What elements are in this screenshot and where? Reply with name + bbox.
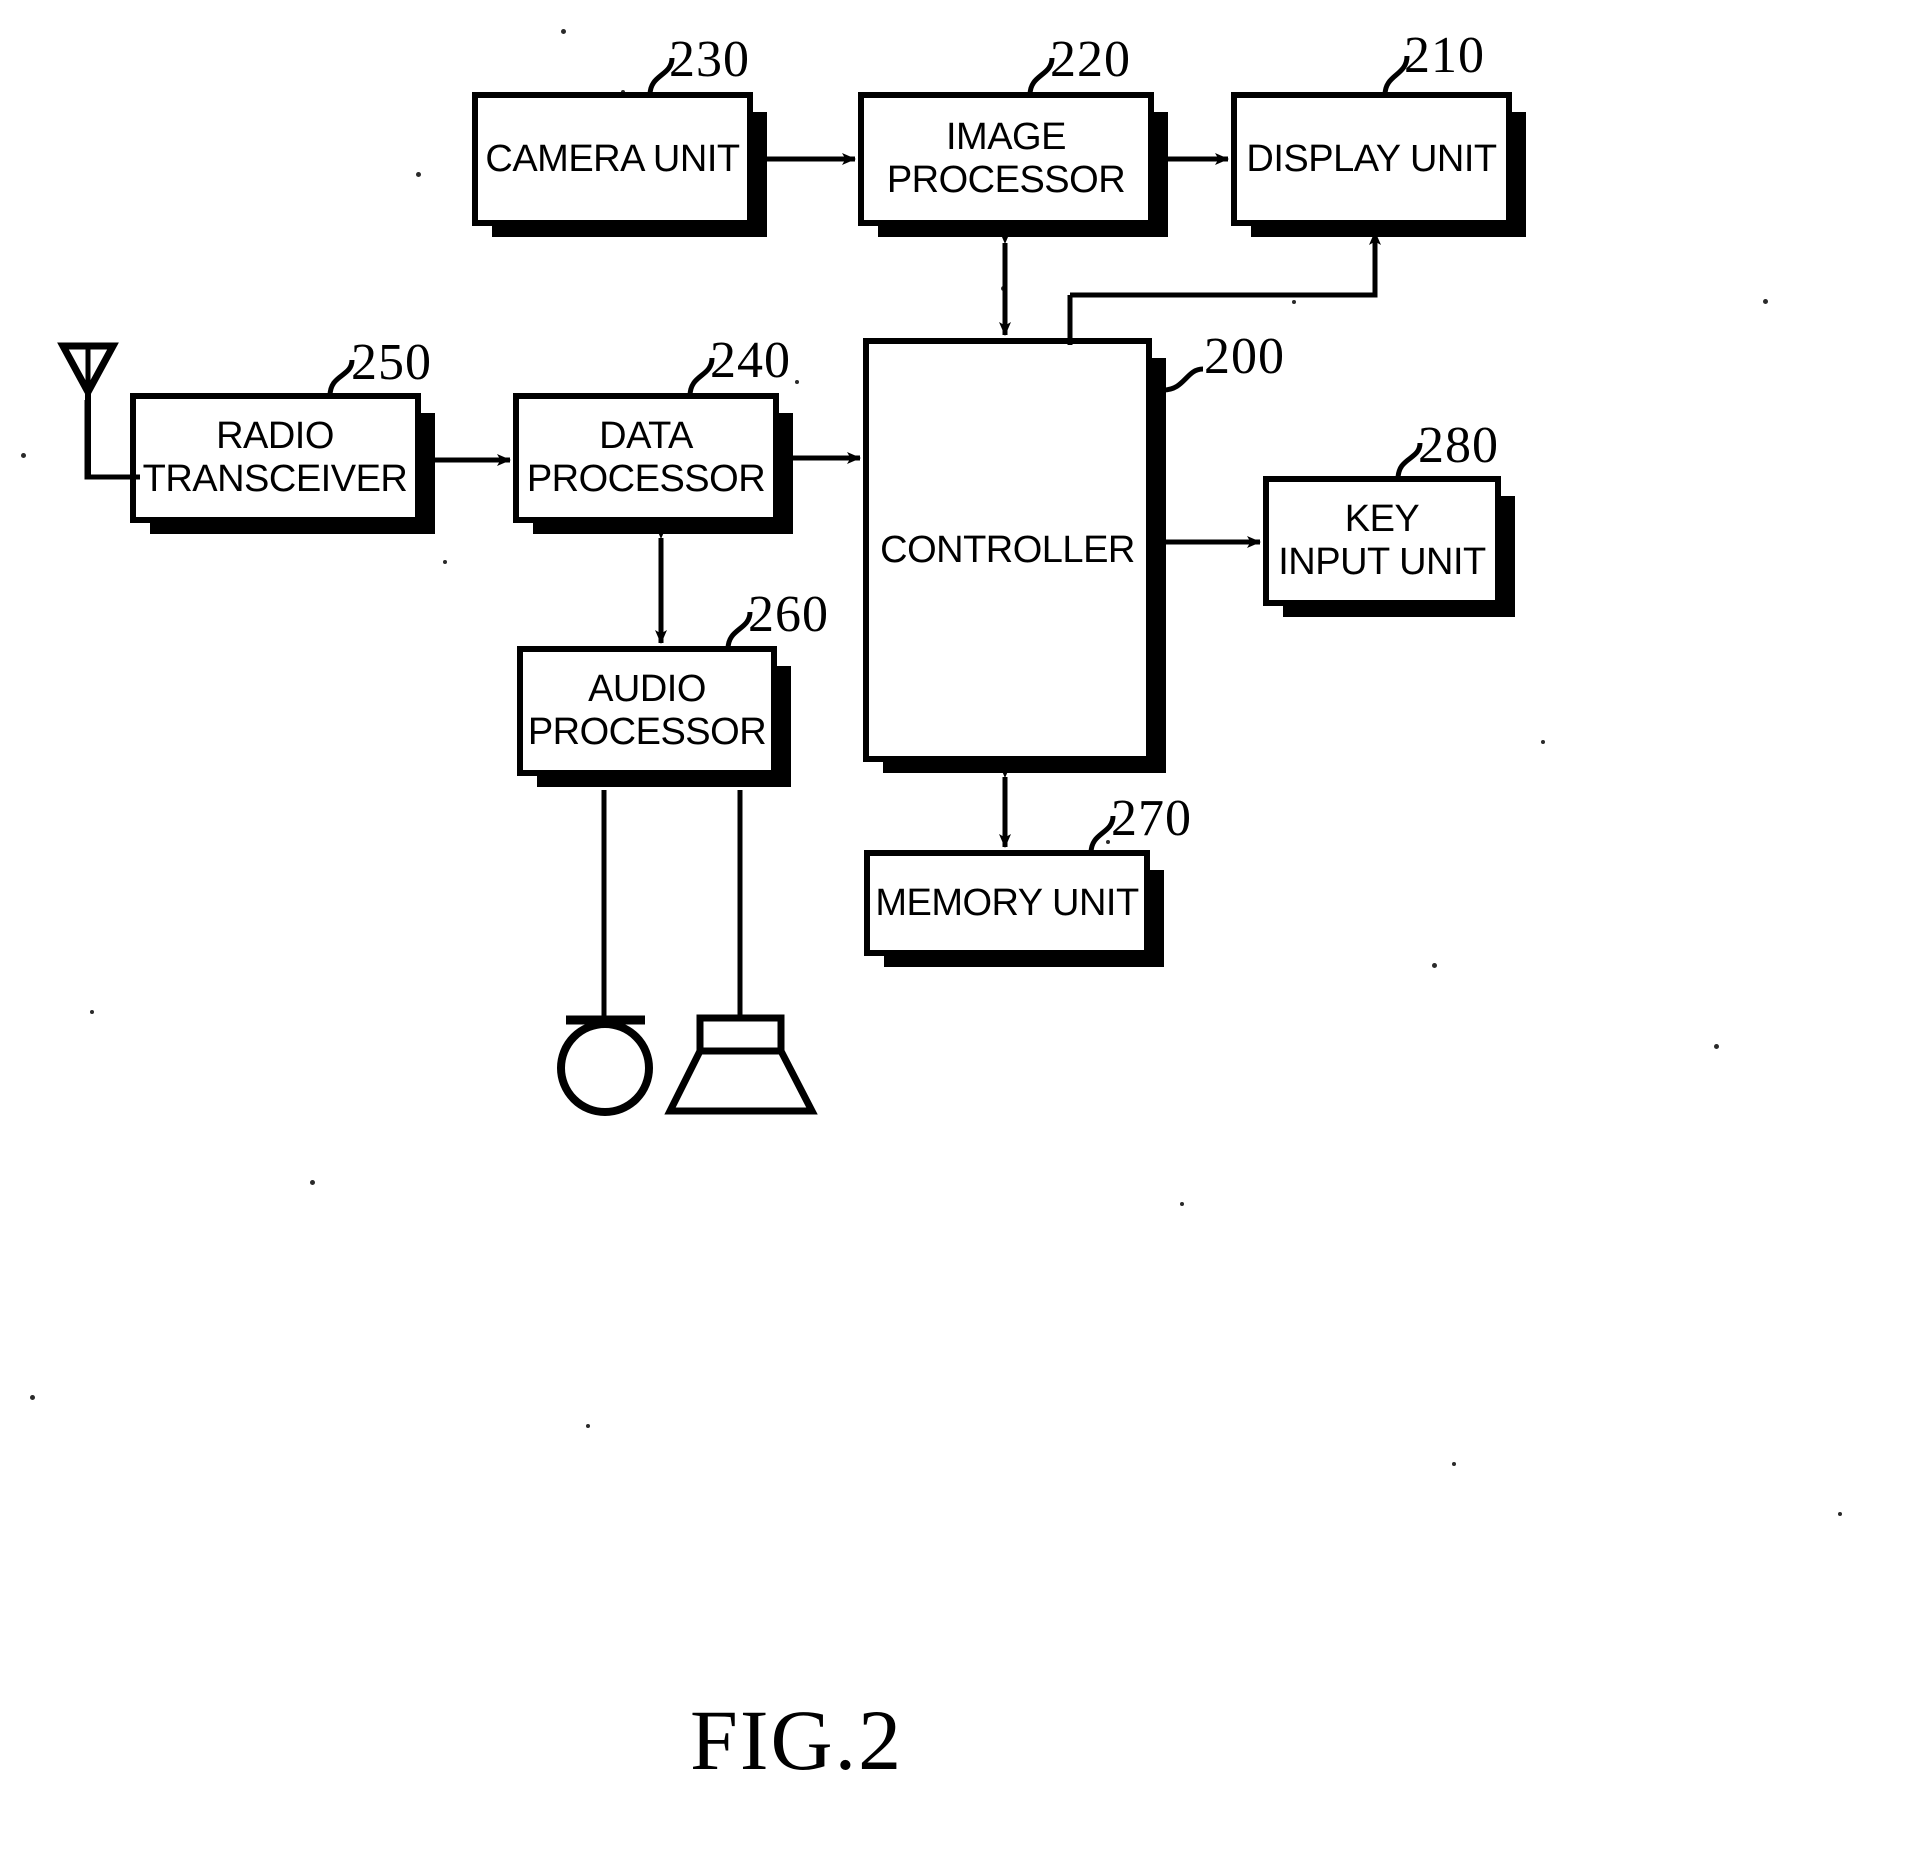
leader-200 <box>1162 366 1204 393</box>
leader-220 <box>1027 57 1055 96</box>
block-controller <box>863 338 1152 762</box>
leader-240 <box>687 357 715 397</box>
diagram-canvas <box>57 55 1526 1116</box>
block-memory <box>864 850 1150 956</box>
ref-number-250: 250 <box>351 334 432 391</box>
microphone-icon <box>557 1015 653 1116</box>
ref-number-240: 240 <box>710 332 791 389</box>
ref-number-280: 280 <box>1418 417 1499 474</box>
ref-number-230: 230 <box>669 31 750 88</box>
ref-number-210: 210 <box>1404 27 1485 84</box>
block-radio-transceiver <box>130 393 421 523</box>
figure-caption: FIG.2 <box>690 1692 904 1788</box>
connectors <box>84 153 1381 1019</box>
leader-280 <box>1395 442 1423 480</box>
ref-number-260: 260 <box>748 586 829 643</box>
patent-figure: CAMERA UNIT IMAGE PROCESSOR DISPLAY UNIT… <box>0 0 1906 1866</box>
block-data-processor <box>513 393 779 523</box>
speaker-icon <box>664 1014 818 1115</box>
block-key-input <box>1263 476 1501 606</box>
leader-250 <box>327 359 355 397</box>
conn-controller-to-display <box>1070 231 1381 298</box>
ref-number-200: 200 <box>1204 328 1285 385</box>
ref-number-270: 270 <box>1111 790 1192 847</box>
leader-260 <box>725 611 753 650</box>
ref-number-220: 220 <box>1050 31 1131 88</box>
block-display <box>1231 92 1512 226</box>
antenna-icon <box>57 342 119 478</box>
block-camera <box>472 92 753 226</box>
block-audio-processor <box>517 646 777 776</box>
block-image-processor <box>858 92 1154 226</box>
leader-270 <box>1088 815 1116 854</box>
